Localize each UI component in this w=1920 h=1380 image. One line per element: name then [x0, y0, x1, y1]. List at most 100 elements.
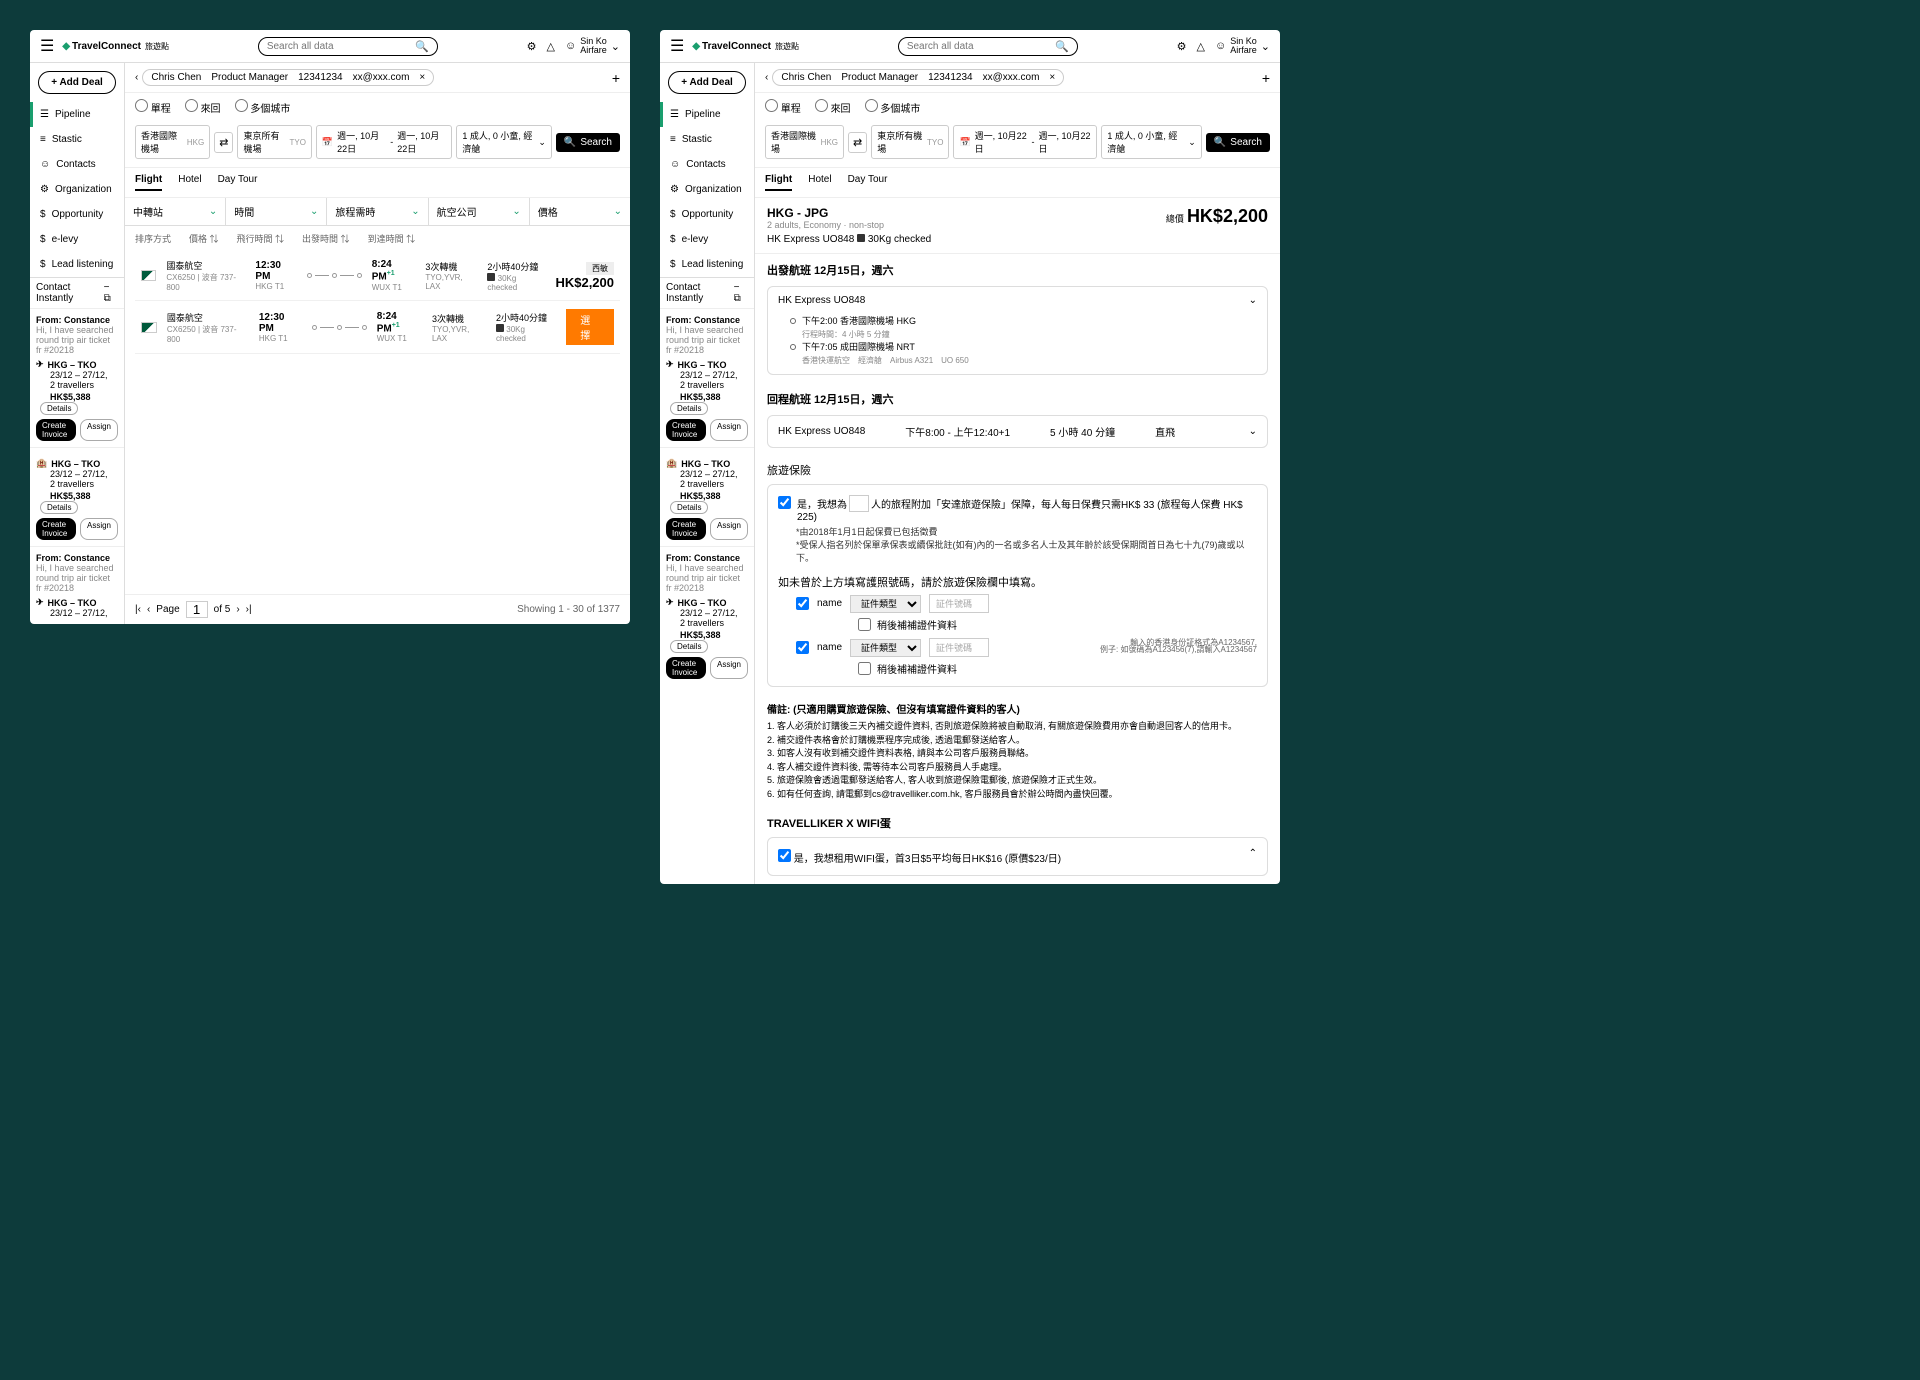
pax-input[interactable]: 1 成人, 0 小童, 經濟艙⌄	[1101, 125, 1202, 159]
assign-button[interactable]: Assign	[80, 518, 118, 540]
select-button[interactable]: 選擇	[566, 309, 614, 345]
create-invoice-button[interactable]: Create Invoice	[36, 518, 76, 540]
traveler-2-checkbox[interactable]	[796, 641, 809, 654]
filter-airline[interactable]: 航空公司⌄	[429, 198, 530, 225]
details-button[interactable]: Details	[40, 501, 78, 514]
nav-contacts[interactable]: ☺Contacts	[660, 152, 754, 177]
details-button[interactable]: Details	[670, 501, 708, 514]
trip-oneway[interactable]: 單程	[765, 99, 801, 115]
bell-icon[interactable]: △	[547, 40, 555, 53]
details-button[interactable]: Details	[40, 402, 78, 415]
assign-button[interactable]: Assign	[80, 419, 118, 441]
swap-button[interactable]: ⇄	[214, 132, 233, 153]
page-first-icon[interactable]: |‹	[135, 604, 141, 615]
origin-input[interactable]: 香港國際機場HKG	[765, 125, 844, 159]
minimize-icon[interactable]: −	[104, 282, 110, 293]
tab-hotel[interactable]: Hotel	[808, 174, 831, 191]
doc-type-select[interactable]: 証件類型	[850, 639, 921, 657]
trip-oneway[interactable]: 單程	[135, 99, 171, 115]
nav-elevy[interactable]: $e-levy	[30, 227, 124, 252]
page-prev-icon[interactable]: ‹	[147, 604, 150, 615]
insurance-count-input[interactable]	[849, 495, 869, 512]
insurance-checkbox[interactable]	[778, 496, 791, 509]
add-deal-button[interactable]: + Add Deal	[668, 71, 746, 94]
nav-elevy[interactable]: $e-levy	[660, 227, 754, 252]
chevron-down-icon[interactable]: ⌄	[1249, 426, 1257, 437]
search-button[interactable]: 🔍Search	[556, 133, 620, 152]
gear-icon[interactable]: ⚙	[1177, 40, 1187, 53]
menu-icon[interactable]: ☰	[40, 36, 54, 56]
nav-lead[interactable]: $Lead listening	[30, 252, 124, 277]
swap-button[interactable]: ⇄	[848, 132, 867, 153]
nav-stastic[interactable]: ≡Stastic	[30, 127, 124, 152]
global-search[interactable]: 🔍	[258, 37, 438, 56]
minimize-icon[interactable]: −	[734, 282, 740, 293]
nav-lead[interactable]: $Lead listening	[660, 252, 754, 277]
page-next-icon[interactable]: ›	[236, 604, 239, 615]
origin-input[interactable]: 香港國際機場HKG	[135, 125, 210, 159]
gear-icon[interactable]: ⚙	[527, 40, 537, 53]
pax-input[interactable]: 1 成人, 0 小童, 經濟艙⌄	[456, 125, 552, 159]
filter-stops[interactable]: 中轉站⌄	[125, 198, 226, 225]
tab-daytour[interactable]: Day Tour	[218, 174, 258, 191]
chevron-up-icon[interactable]: ⌃	[1249, 848, 1257, 859]
chevron-down-icon[interactable]: ⌄	[1249, 295, 1257, 306]
menu-icon[interactable]: ☰	[670, 36, 684, 56]
global-search-input[interactable]	[907, 41, 1055, 52]
nav-opportunity[interactable]: $Opportunity	[660, 202, 754, 227]
add-icon[interactable]: +	[1262, 70, 1270, 86]
tab-flight[interactable]: Flight	[765, 174, 792, 191]
back-icon[interactable]: ‹	[135, 72, 138, 83]
copy-icon[interactable]: ⧉	[104, 293, 111, 304]
doc-num-input[interactable]: 証件號碼	[929, 594, 989, 613]
filter-price[interactable]: 價格⌄	[530, 198, 630, 225]
assign-button[interactable]: Assign	[710, 657, 748, 679]
later-checkbox-1[interactable]	[858, 618, 871, 631]
trip-multi[interactable]: 多個城市	[865, 99, 921, 115]
search-button[interactable]: 🔍Search	[1206, 133, 1270, 152]
nav-organization[interactable]: ⚙Organization	[30, 177, 124, 202]
nav-stastic[interactable]: ≡Stastic	[660, 127, 754, 152]
close-icon[interactable]: ×	[1049, 72, 1055, 83]
add-deal-button[interactable]: + Add Deal	[38, 71, 116, 94]
create-invoice-button[interactable]: Create Invoice	[666, 419, 706, 441]
sort-dep[interactable]: 出發時間 ⇅	[302, 232, 350, 245]
user-menu[interactable]: ☺ Sin Ko Airfare ⌄	[1215, 37, 1270, 55]
back-icon[interactable]: ‹	[765, 72, 768, 83]
page-input[interactable]	[186, 601, 208, 618]
nav-pipeline[interactable]: ☰Pipeline	[30, 102, 124, 127]
doc-num-input[interactable]: 証件號碼	[929, 638, 989, 657]
details-button[interactable]: Details	[670, 640, 708, 653]
assign-button[interactable]: Assign	[710, 419, 748, 441]
tab-hotel[interactable]: Hotel	[178, 174, 201, 191]
filter-time[interactable]: 時間⌄	[226, 198, 327, 225]
destination-input[interactable]: 東京所有機場TYO	[237, 125, 311, 159]
sort-price[interactable]: 價格 ⇅	[189, 232, 219, 245]
create-invoice-button[interactable]: Create Invoice	[36, 419, 76, 441]
create-invoice-button[interactable]: Create Invoice	[666, 518, 706, 540]
global-search[interactable]: 🔍	[898, 37, 1078, 56]
nav-pipeline[interactable]: ☰Pipeline	[660, 102, 754, 127]
tab-daytour[interactable]: Day Tour	[848, 174, 888, 191]
tab-flight[interactable]: Flight	[135, 174, 162, 191]
create-invoice-button[interactable]: Create Invoice	[666, 657, 706, 679]
sort-flighttime[interactable]: 飛行時間 ⇅	[237, 232, 285, 245]
wifi-checkbox[interactable]	[778, 849, 791, 862]
copy-icon[interactable]: ⧉	[734, 293, 741, 304]
destination-input[interactable]: 東京所有機場TYO	[871, 125, 949, 159]
trip-round[interactable]: 來回	[185, 99, 221, 115]
add-icon[interactable]: +	[612, 70, 620, 86]
nav-organization[interactable]: ⚙Organization	[660, 177, 754, 202]
nav-opportunity[interactable]: $Opportunity	[30, 202, 124, 227]
details-button[interactable]: Details	[670, 402, 708, 415]
close-icon[interactable]: ×	[419, 72, 425, 83]
bell-icon[interactable]: △	[1197, 40, 1205, 53]
date-input[interactable]: 📅週一, 10月22日 - 週一, 10月22日	[316, 125, 452, 159]
page-last-icon[interactable]: ›|	[246, 604, 252, 615]
global-search-input[interactable]	[267, 41, 415, 52]
date-input[interactable]: 📅週一, 10月22日 - 週一, 10月22日	[953, 125, 1097, 159]
filter-duration[interactable]: 旅程需時⌄	[327, 198, 428, 225]
assign-button[interactable]: Assign	[710, 518, 748, 540]
user-menu[interactable]: ☺ Sin Ko Airfare ⌄	[565, 37, 620, 55]
doc-type-select[interactable]: 証件類型	[850, 595, 921, 613]
